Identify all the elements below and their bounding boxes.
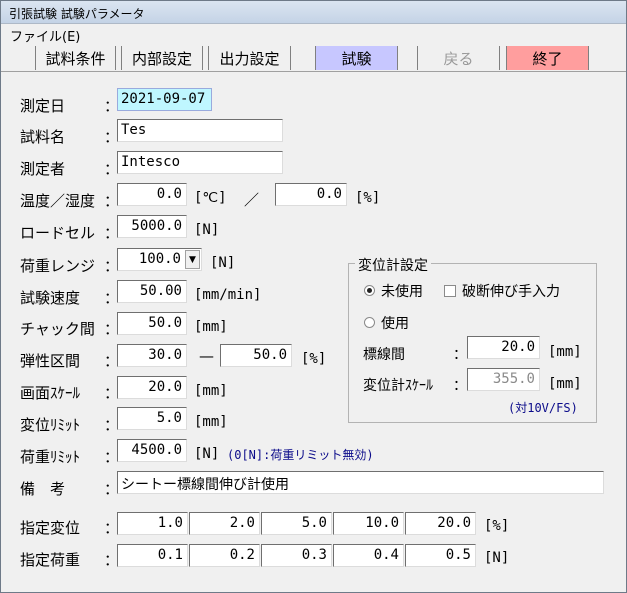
menu-file[interactable]: ファイル(E) <box>10 26 80 45</box>
humidity-unit: [%] <box>355 190 381 206</box>
manual-break-checkbox[interactable] <box>444 285 456 297</box>
menu-bar: ファイル(E) <box>1 24 626 45</box>
elastic-range-unit: [%] <box>301 351 327 367</box>
load-range-label: 荷重レンジ <box>20 257 96 275</box>
remarks-field[interactable]: シートー標線間伸び計使用 <box>117 471 604 494</box>
displacement-scale-unit: [mm] <box>548 376 582 392</box>
load-cell-unit: [N] <box>194 222 220 238</box>
elastic-range-label: 弾性区間 <box>20 352 81 370</box>
operator-field[interactable]: Intesco <box>117 151 283 174</box>
humidity-field[interactable]: 0.0 <box>275 183 347 206</box>
operator-label: 測定者 <box>20 160 66 178</box>
specified-load-field-1[interactable]: 0.1 <box>117 544 188 567</box>
back-button[interactable]: 戻る <box>417 46 500 70</box>
specified-load-unit: [N] <box>484 550 510 566</box>
load-range-unit: [N] <box>210 255 236 271</box>
gauge-length-field[interactable]: 20.0 <box>467 336 540 359</box>
load-cell-label: ロードセル <box>20 224 96 242</box>
title-bar: 引張試験 試験パラメータ <box>1 1 626 24</box>
exit-button[interactable]: 終了 <box>506 46 589 70</box>
specified-displacement-field-1[interactable]: 1.0 <box>117 512 188 535</box>
internal-settings-button[interactable]: 内部設定 <box>121 46 203 70</box>
manual-break-label: 破断伸び手入力 <box>462 284 560 300</box>
date-field[interactable]: 2021-09-07 <box>117 88 212 111</box>
displacement-limit-label: 変位ﾘﾐｯﾄ <box>20 416 81 434</box>
specified-load-label: 指定荷重 <box>20 551 81 569</box>
toolbar: 試料条件 内部設定 出力設定 試験 戻る 終了 <box>1 45 626 72</box>
specified-displacement-label: 指定変位 <box>20 519 81 537</box>
specified-displacement-unit: [%] <box>484 518 510 534</box>
specified-displacement-field-2[interactable]: 2.0 <box>189 512 260 535</box>
date-label: 測定日 <box>20 97 66 115</box>
test-speed-label: 試験速度 <box>20 289 81 307</box>
radio-used[interactable] <box>364 317 375 328</box>
temp-humidity-label: 温度／湿度 <box>20 192 96 210</box>
radio-unused[interactable] <box>364 285 375 296</box>
specified-displacement-field-5[interactable]: 20.0 <box>405 512 476 535</box>
remarks-label: 備 考 <box>20 480 66 498</box>
gauge-length-unit: [mm] <box>548 344 582 360</box>
parameter-window: 引張試験 試験パラメータ ファイル(E) 試料条件 内部設定 出力設定 試験 戻… <box>0 0 627 593</box>
load-cell-field[interactable]: 5000.0 <box>117 215 187 238</box>
test-button[interactable]: 試験 <box>315 46 398 70</box>
chuck-distance-label: チャック間 <box>20 320 95 338</box>
displacement-scale-field[interactable]: 355.0 <box>467 368 540 391</box>
temp-humidity-separator: ／ <box>244 191 260 209</box>
extensometer-group-title: 変位計設定 <box>355 255 431 275</box>
sample-conditions-button[interactable]: 試料条件 <box>35 46 116 70</box>
load-limit-unit: [N] <box>194 446 220 462</box>
specified-load-field-3[interactable]: 0.3 <box>261 544 332 567</box>
test-speed-field[interactable]: 50.00 <box>117 280 187 303</box>
specified-load-field-4[interactable]: 0.4 <box>333 544 404 567</box>
radio-unused-label: 未使用 <box>381 284 423 300</box>
sample-name-label: 試料名 <box>20 128 66 146</box>
load-limit-field[interactable]: 4500.0 <box>117 439 187 462</box>
chuck-distance-unit: [mm] <box>194 319 228 335</box>
test-speed-unit: [mm/min] <box>194 287 262 303</box>
specified-displacement-field-3[interactable]: 5.0 <box>261 512 332 535</box>
temperature-field[interactable]: 0.0 <box>117 183 187 206</box>
colon: ： <box>453 378 467 394</box>
displacement-limit-unit: [mm] <box>194 414 228 430</box>
colon: ： <box>453 347 467 363</box>
chuck-distance-field[interactable]: 50.0 <box>117 312 187 335</box>
load-limit-note: (0[N]:荷重リミット無効) <box>227 448 374 462</box>
displacement-limit-field[interactable]: 5.0 <box>117 407 187 430</box>
specified-load-field-5[interactable]: 0.5 <box>405 544 476 567</box>
gauge-length-label: 標線間 <box>363 347 405 363</box>
screen-scale-field[interactable]: 20.0 <box>117 376 187 399</box>
elastic-range-to-field[interactable]: 50.0 <box>220 344 292 367</box>
load-limit-label: 荷重ﾘﾐｯﾄ <box>20 448 81 466</box>
elastic-range-dash: — <box>199 347 214 365</box>
output-settings-button[interactable]: 出力設定 <box>208 46 291 70</box>
specified-load-field-2[interactable]: 0.2 <box>189 544 260 567</box>
window-title: 引張試験 試験パラメータ <box>9 7 145 21</box>
displacement-scale-label: 変位計ｽｹｰﾙ <box>363 378 433 394</box>
specified-displacement-field-4[interactable]: 10.0 <box>333 512 404 535</box>
radio-used-label: 使用 <box>381 316 409 332</box>
temperature-unit: [℃] <box>194 190 227 206</box>
sample-name-field[interactable]: Tes <box>117 119 283 142</box>
displacement-scale-note: (対10V/FS) <box>508 401 578 415</box>
screen-scale-label: 画面ｽｹｰﾙ <box>20 384 81 402</box>
screen-scale-unit: [mm] <box>194 383 228 399</box>
elastic-range-from-field[interactable]: 30.0 <box>117 344 187 367</box>
chevron-down-icon[interactable]: ▼ <box>185 250 200 269</box>
